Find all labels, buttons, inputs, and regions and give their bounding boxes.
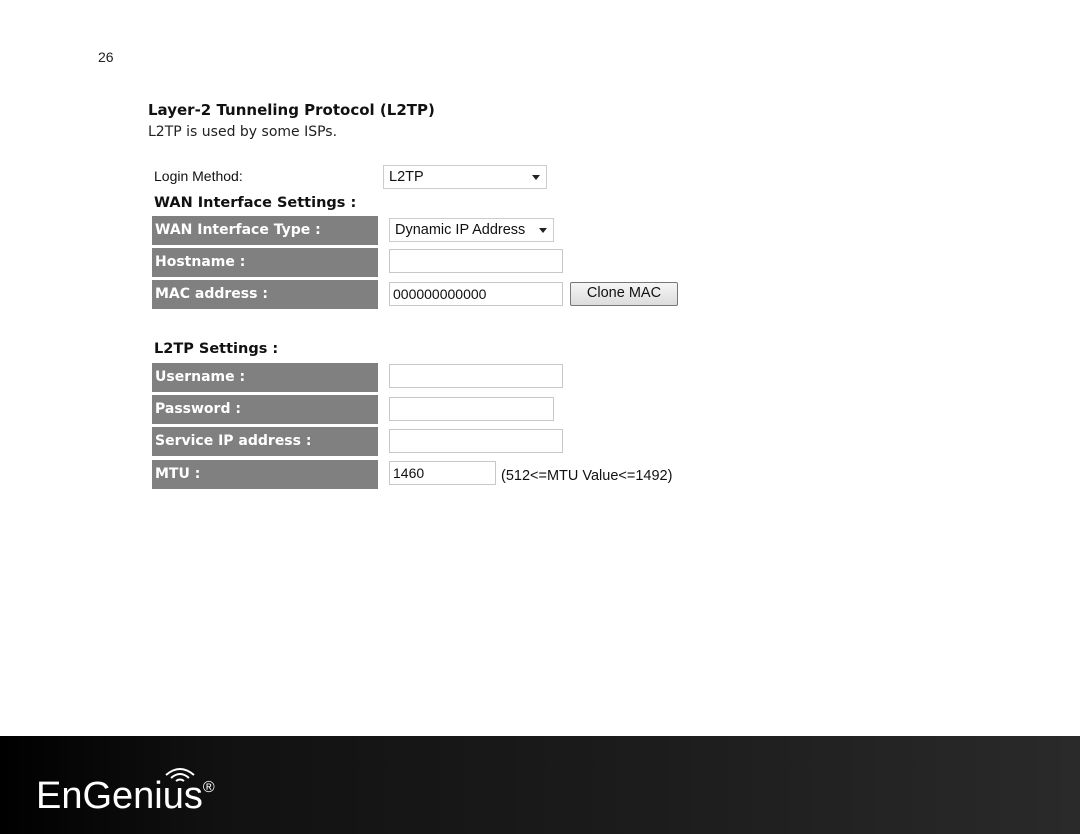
clone-mac-button[interactable]: Clone MAC xyxy=(570,282,678,306)
login-method-value: L2TP xyxy=(389,169,424,185)
wan-interface-type-label: WAN Interface Type : xyxy=(152,216,378,245)
chevron-down-icon xyxy=(539,228,547,233)
wan-interface-type-value: Dynamic IP Address xyxy=(395,222,526,238)
wifi-icon xyxy=(165,768,195,782)
service-ip-input[interactable] xyxy=(389,429,563,453)
page-number: 26 xyxy=(98,49,114,65)
mac-address-label: MAC address : xyxy=(152,280,378,309)
mtu-hint: (512<=MTU Value<=1492) xyxy=(501,468,673,484)
l2tp-settings-heading: L2TP Settings : xyxy=(154,341,279,357)
username-input[interactable] xyxy=(389,364,563,388)
wan-settings-heading: WAN Interface Settings : xyxy=(154,195,357,211)
section-description: L2TP is used by some ISPs. xyxy=(148,124,338,140)
password-label: Password : xyxy=(152,395,378,424)
chevron-down-icon xyxy=(532,175,540,180)
registered-mark: ® xyxy=(202,779,215,796)
engenius-logo: EnGenius® xyxy=(36,768,215,818)
mtu-label: MTU : xyxy=(152,460,378,489)
login-method-label: Login Method: xyxy=(154,168,243,184)
hostname-input[interactable] xyxy=(389,249,563,273)
password-input[interactable] xyxy=(389,397,554,421)
section-title: Layer-2 Tunneling Protocol (L2TP) xyxy=(148,101,435,119)
mtu-input[interactable]: 1460 xyxy=(389,461,496,485)
wan-interface-type-select[interactable]: Dynamic IP Address xyxy=(389,218,554,242)
service-ip-label: Service IP address : xyxy=(152,427,378,456)
username-label: Username : xyxy=(152,363,378,392)
hostname-label: Hostname : xyxy=(152,248,378,277)
login-method-select[interactable]: L2TP xyxy=(383,165,547,189)
mac-address-input[interactable]: 000000000000 xyxy=(389,282,563,306)
